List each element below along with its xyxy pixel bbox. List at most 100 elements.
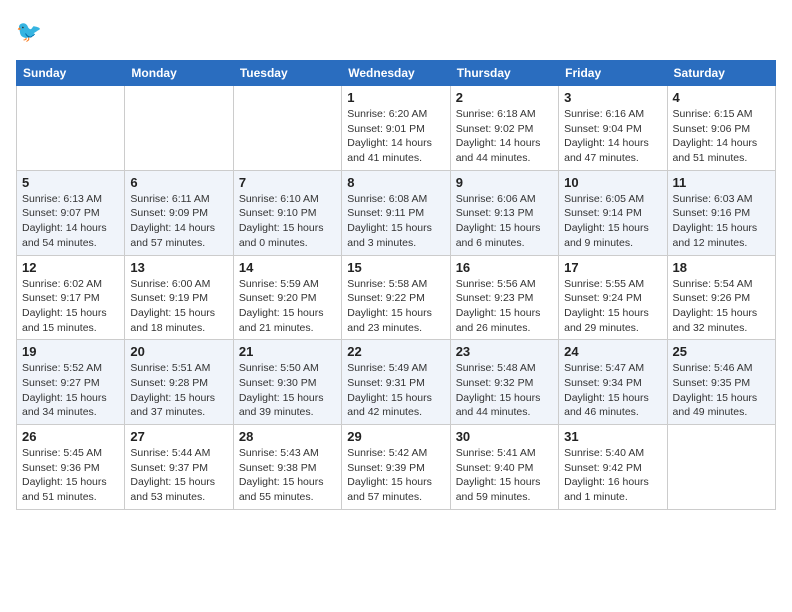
calendar-cell: 2 Sunrise: 6:18 AM Sunset: 9:02 PM Daylig… xyxy=(450,86,558,171)
day-info: Sunrise: 5:59 AM Sunset: 9:20 PM Dayligh… xyxy=(239,277,336,336)
day-info: Sunrise: 5:41 AM Sunset: 9:40 PM Dayligh… xyxy=(456,446,553,505)
day-info: Sunrise: 5:49 AM Sunset: 9:31 PM Dayligh… xyxy=(347,361,444,420)
day-number: 28 xyxy=(239,429,336,444)
page-header: 🐦 xyxy=(16,16,776,48)
calendar-cell: 15 Sunrise: 5:58 AM Sunset: 9:22 PM Dayli… xyxy=(342,255,450,340)
calendar-cell: 27 Sunrise: 5:44 AM Sunset: 9:37 PM Dayli… xyxy=(125,425,233,510)
day-number: 20 xyxy=(130,344,227,359)
calendar-cell: 31 Sunrise: 5:40 AM Sunset: 9:42 PM Dayli… xyxy=(559,425,667,510)
day-info: Sunrise: 6:03 AM Sunset: 9:16 PM Dayligh… xyxy=(673,192,770,251)
day-number: 31 xyxy=(564,429,661,444)
calendar-cell: 25 Sunrise: 5:46 AM Sunset: 9:35 PM Dayli… xyxy=(667,340,775,425)
calendar-cell: 18 Sunrise: 5:54 AM Sunset: 9:26 PM Dayli… xyxy=(667,255,775,340)
weekday-header-monday: Monday xyxy=(125,61,233,86)
calendar-cell: 7Sunrise: 6:10 AM Sunset: 9:10 PM Daylig… xyxy=(233,170,341,255)
calendar-cell: 28 Sunrise: 5:43 AM Sunset: 9:38 PM Dayli… xyxy=(233,425,341,510)
day-number: 8 xyxy=(347,175,444,190)
calendar-cell: 8 Sunrise: 6:08 AM Sunset: 9:11 PM Daylig… xyxy=(342,170,450,255)
calendar-cell: 13 Sunrise: 6:00 AM Sunset: 9:19 PM Dayli… xyxy=(125,255,233,340)
calendar-cell: 16Sunrise: 5:56 AM Sunset: 9:23 PM Dayli… xyxy=(450,255,558,340)
day-info: Sunrise: 6:20 AM Sunset: 9:01 PM Dayligh… xyxy=(347,107,444,166)
calendar-cell: 5 Sunrise: 6:13 AM Sunset: 9:07 PM Daylig… xyxy=(17,170,125,255)
day-info: Sunrise: 5:44 AM Sunset: 9:37 PM Dayligh… xyxy=(130,446,227,505)
day-number: 6 xyxy=(130,175,227,190)
day-number: 2 xyxy=(456,90,553,105)
day-info: Sunrise: 6:15 AM Sunset: 9:06 PM Dayligh… xyxy=(673,107,770,166)
weekday-header-friday: Friday xyxy=(559,61,667,86)
calendar-week-row: 26 Sunrise: 5:45 AM Sunset: 9:36 PM Dayli… xyxy=(17,425,776,510)
calendar-cell: 3 Sunrise: 6:16 AM Sunset: 9:04 PM Daylig… xyxy=(559,86,667,171)
calendar-week-row: 1Sunrise: 6:20 AM Sunset: 9:01 PM Daylig… xyxy=(17,86,776,171)
day-info: Sunrise: 6:00 AM Sunset: 9:19 PM Dayligh… xyxy=(130,277,227,336)
day-number: 4 xyxy=(673,90,770,105)
day-number: 30 xyxy=(456,429,553,444)
calendar-cell: 29Sunrise: 5:42 AM Sunset: 9:39 PM Dayli… xyxy=(342,425,450,510)
day-info: Sunrise: 6:08 AM Sunset: 9:11 PM Dayligh… xyxy=(347,192,444,251)
day-number: 24 xyxy=(564,344,661,359)
calendar-cell: 20Sunrise: 5:51 AM Sunset: 9:28 PM Dayli… xyxy=(125,340,233,425)
calendar-cell: 9Sunrise: 6:06 AM Sunset: 9:13 PM Daylig… xyxy=(450,170,558,255)
day-info: Sunrise: 5:54 AM Sunset: 9:26 PM Dayligh… xyxy=(673,277,770,336)
calendar-cell xyxy=(233,86,341,171)
day-number: 12 xyxy=(22,260,119,275)
day-info: Sunrise: 5:48 AM Sunset: 9:32 PM Dayligh… xyxy=(456,361,553,420)
day-info: Sunrise: 5:47 AM Sunset: 9:34 PM Dayligh… xyxy=(564,361,661,420)
calendar-cell: 10 Sunrise: 6:05 AM Sunset: 9:14 PM Dayli… xyxy=(559,170,667,255)
day-number: 11 xyxy=(673,175,770,190)
day-number: 15 xyxy=(347,260,444,275)
day-number: 25 xyxy=(673,344,770,359)
day-info: Sunrise: 5:52 AM Sunset: 9:27 PM Dayligh… xyxy=(22,361,119,420)
weekday-header-sunday: Sunday xyxy=(17,61,125,86)
calendar-week-row: 19Sunrise: 5:52 AM Sunset: 9:27 PM Dayli… xyxy=(17,340,776,425)
day-number: 14 xyxy=(239,260,336,275)
day-info: Sunrise: 6:10 AM Sunset: 9:10 PM Dayligh… xyxy=(239,192,336,251)
day-info: Sunrise: 6:18 AM Sunset: 9:02 PM Dayligh… xyxy=(456,107,553,166)
day-number: 10 xyxy=(564,175,661,190)
day-number: 22 xyxy=(347,344,444,359)
calendar-cell xyxy=(125,86,233,171)
logo: 🐦 xyxy=(16,16,52,48)
weekday-header-tuesday: Tuesday xyxy=(233,61,341,86)
day-number: 26 xyxy=(22,429,119,444)
day-number: 18 xyxy=(673,260,770,275)
calendar-cell: 30 Sunrise: 5:41 AM Sunset: 9:40 PM Dayli… xyxy=(450,425,558,510)
calendar-week-row: 5 Sunrise: 6:13 AM Sunset: 9:07 PM Daylig… xyxy=(17,170,776,255)
weekday-header-thursday: Thursday xyxy=(450,61,558,86)
day-number: 13 xyxy=(130,260,227,275)
day-number: 3 xyxy=(564,90,661,105)
day-info: Sunrise: 5:43 AM Sunset: 9:38 PM Dayligh… xyxy=(239,446,336,505)
day-number: 5 xyxy=(22,175,119,190)
calendar-table: SundayMondayTuesdayWednesdayThursdayFrid… xyxy=(16,60,776,510)
day-info: Sunrise: 5:42 AM Sunset: 9:39 PM Dayligh… xyxy=(347,446,444,505)
calendar-cell: 14 Sunrise: 5:59 AM Sunset: 9:20 PM Dayli… xyxy=(233,255,341,340)
day-info: Sunrise: 5:45 AM Sunset: 9:36 PM Dayligh… xyxy=(22,446,119,505)
day-info: Sunrise: 5:58 AM Sunset: 9:22 PM Dayligh… xyxy=(347,277,444,336)
calendar-cell: 26 Sunrise: 5:45 AM Sunset: 9:36 PM Dayli… xyxy=(17,425,125,510)
day-number: 23 xyxy=(456,344,553,359)
day-number: 9 xyxy=(456,175,553,190)
calendar-cell: 4 Sunrise: 6:15 AM Sunset: 9:06 PM Daylig… xyxy=(667,86,775,171)
day-info: Sunrise: 6:05 AM Sunset: 9:14 PM Dayligh… xyxy=(564,192,661,251)
day-info: Sunrise: 5:46 AM Sunset: 9:35 PM Dayligh… xyxy=(673,361,770,420)
day-number: 27 xyxy=(130,429,227,444)
calendar-cell: 12 Sunrise: 6:02 AM Sunset: 9:17 PM Dayli… xyxy=(17,255,125,340)
calendar-cell: 17 Sunrise: 5:55 AM Sunset: 9:24 PM Dayli… xyxy=(559,255,667,340)
calendar-cell: 21Sunrise: 5:50 AM Sunset: 9:30 PM Dayli… xyxy=(233,340,341,425)
calendar-cell: 23 Sunrise: 5:48 AM Sunset: 9:32 PM Dayli… xyxy=(450,340,558,425)
calendar-cell: 6 Sunrise: 6:11 AM Sunset: 9:09 PM Daylig… xyxy=(125,170,233,255)
weekday-header-wednesday: Wednesday xyxy=(342,61,450,86)
day-info: Sunrise: 6:02 AM Sunset: 9:17 PM Dayligh… xyxy=(22,277,119,336)
day-info: Sunrise: 6:11 AM Sunset: 9:09 PM Dayligh… xyxy=(130,192,227,251)
day-number: 21 xyxy=(239,344,336,359)
day-info: Sunrise: 6:16 AM Sunset: 9:04 PM Dayligh… xyxy=(564,107,661,166)
calendar-cell: 24 Sunrise: 5:47 AM Sunset: 9:34 PM Dayli… xyxy=(559,340,667,425)
day-info: Sunrise: 5:40 AM Sunset: 9:42 PM Dayligh… xyxy=(564,446,661,505)
calendar-cell: 1Sunrise: 6:20 AM Sunset: 9:01 PM Daylig… xyxy=(342,86,450,171)
calendar-week-row: 12 Sunrise: 6:02 AM Sunset: 9:17 PM Dayli… xyxy=(17,255,776,340)
day-number: 17 xyxy=(564,260,661,275)
calendar-cell xyxy=(17,86,125,171)
day-info: Sunrise: 6:13 AM Sunset: 9:07 PM Dayligh… xyxy=(22,192,119,251)
day-info: Sunrise: 5:55 AM Sunset: 9:24 PM Dayligh… xyxy=(564,277,661,336)
calendar-cell: 22 Sunrise: 5:49 AM Sunset: 9:31 PM Dayli… xyxy=(342,340,450,425)
calendar-cell: 19Sunrise: 5:52 AM Sunset: 9:27 PM Dayli… xyxy=(17,340,125,425)
